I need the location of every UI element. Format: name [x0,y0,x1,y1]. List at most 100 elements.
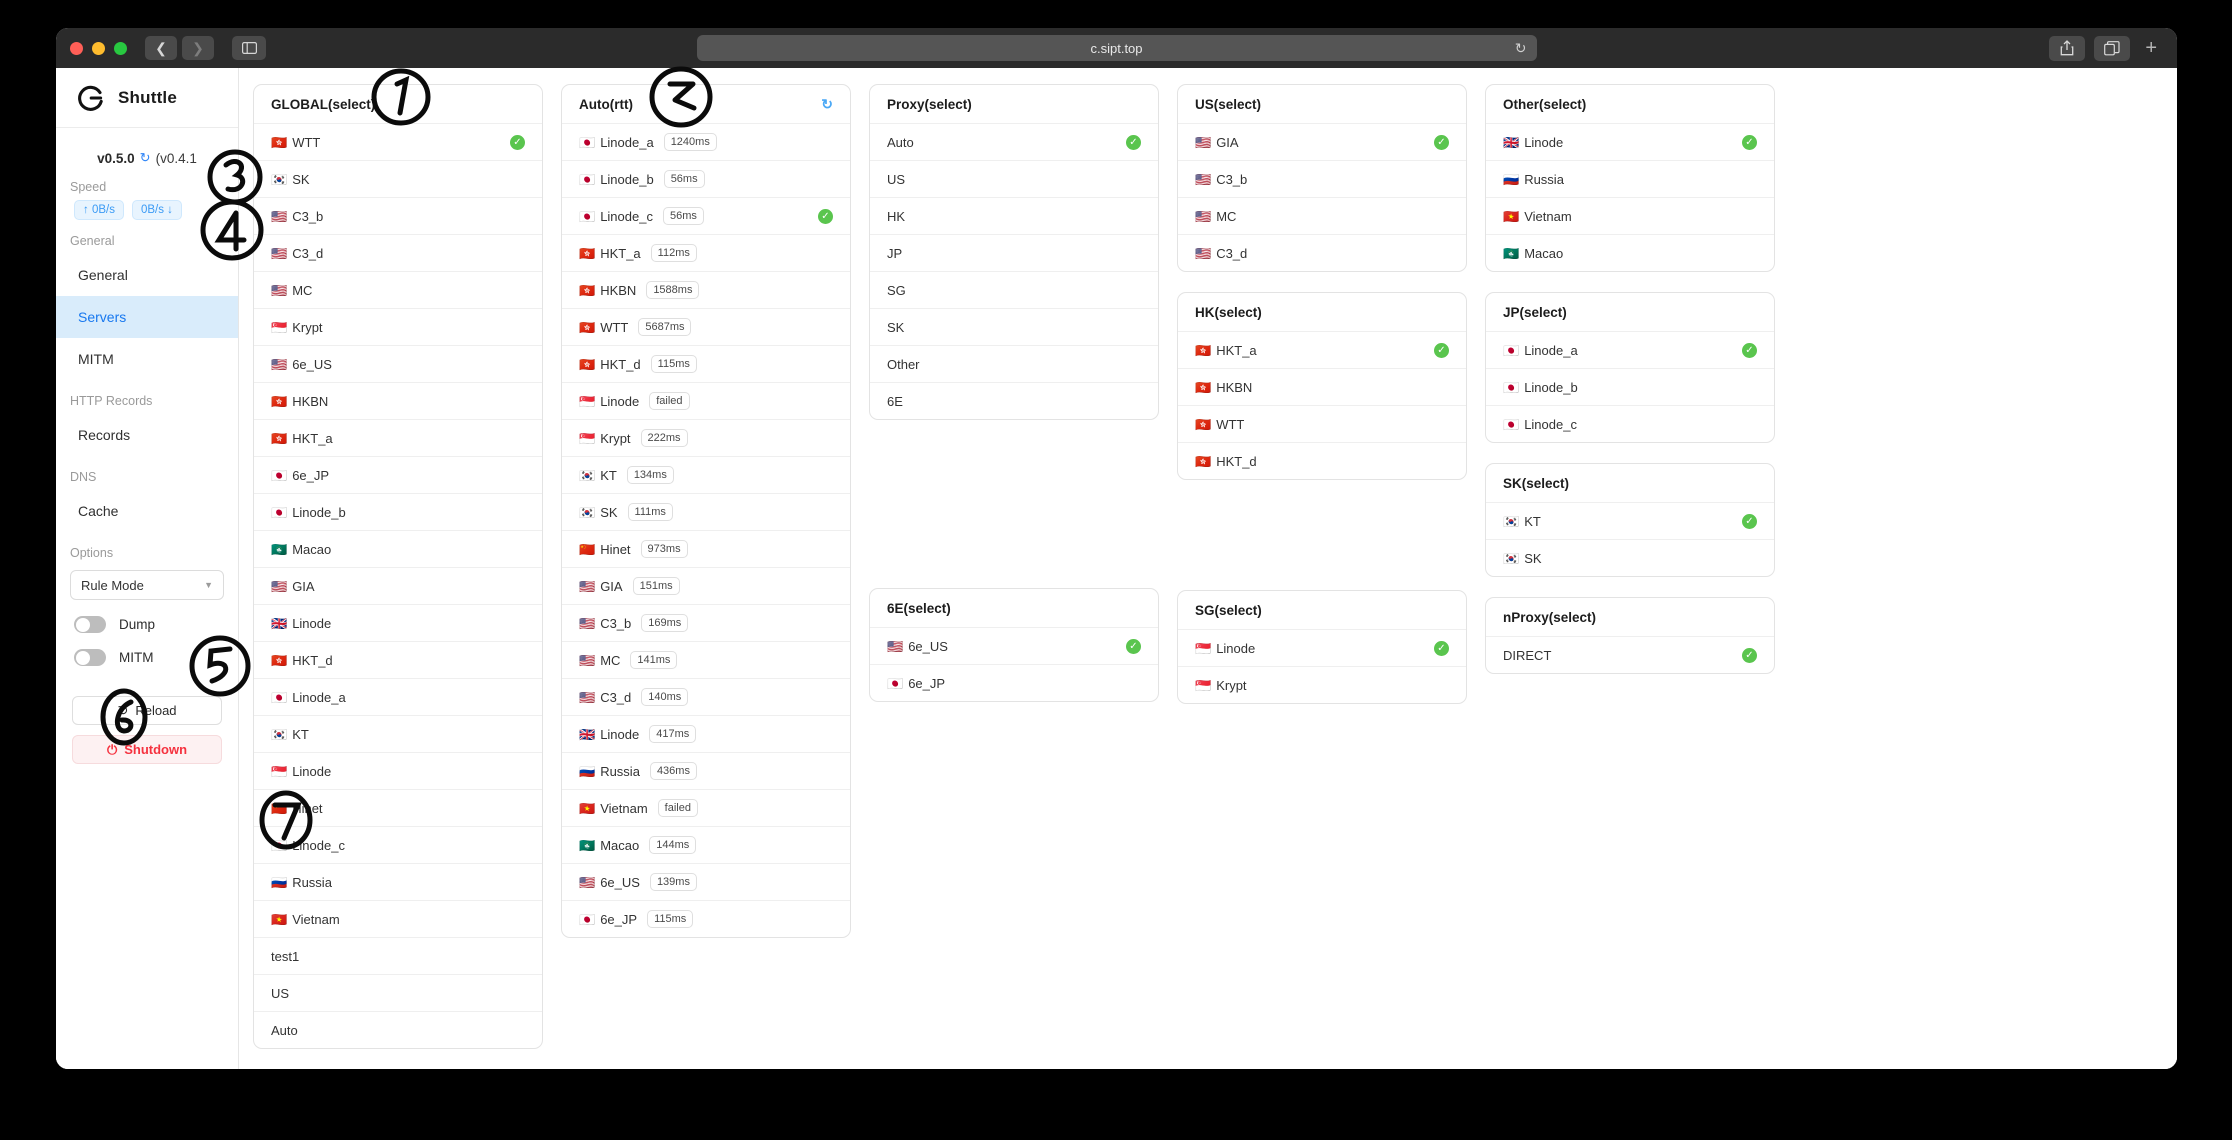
proxy-row[interactable]: 🇺🇸 C3_b [254,197,542,234]
sidebar-item-general[interactable]: General [56,254,238,296]
refresh-icon[interactable]: ↻ [821,96,833,113]
toggle-dump[interactable] [74,616,106,633]
proxy-row[interactable]: 🇺🇸 C3_d [254,234,542,271]
new-tab-button[interactable]: + [2139,37,2163,60]
proxy-row[interactable]: 🇰🇷 KT ✓ [1486,502,1774,539]
proxy-row[interactable]: 🇭🇰 HKT_a [254,419,542,456]
proxy-row[interactable]: Auto ✓ [870,123,1158,160]
proxy-row[interactable]: 🇰🇷 SK [254,160,542,197]
proxy-row[interactable]: 🇸🇬 Krypt [1178,666,1466,703]
proxy-row[interactable]: US [870,160,1158,197]
tab-overview-button[interactable] [2094,35,2131,61]
proxy-row[interactable]: 🇺🇸 6e_US [254,345,542,382]
proxy-row[interactable]: 🇷🇺 Russia [1486,160,1774,197]
proxy-row[interactable]: 🇸🇬 Krypt 222ms [562,419,850,456]
proxy-row[interactable]: 🇨🇳 Hinet [254,789,542,826]
proxy-row[interactable]: 🇺🇸 C3_b 169ms [562,604,850,641]
sidebar-item-servers[interactable]: Servers [56,296,238,338]
shutdown-button[interactable]: ⏻ Shutdown [72,735,222,764]
proxy-row[interactable]: SK [870,308,1158,345]
proxy-row[interactable]: 🇯🇵 Linode_a [254,678,542,715]
proxy-row[interactable]: 🇻🇳 Vietnam failed [562,789,850,826]
proxy-row[interactable]: 🇯🇵 6e_JP [870,664,1158,701]
proxy-row[interactable]: 🇯🇵 Linode_a ✓ [1486,331,1774,368]
proxy-row[interactable]: 🇰🇷 SK [1486,539,1774,576]
proxy-row[interactable]: 🇭🇰 HKBN [254,382,542,419]
proxy-row[interactable]: 🇺🇸 6e_US 139ms [562,863,850,900]
proxy-row[interactable]: 🇭🇰 HKBN [1178,368,1466,405]
rule-mode-select[interactable]: Rule Mode ▼ [70,570,224,600]
proxy-row[interactable]: 🇺🇸 MC [254,271,542,308]
proxy-row[interactable]: 🇭🇰 HKT_d [254,641,542,678]
back-button[interactable]: ❮ [145,36,177,60]
proxy-row[interactable]: 🇺🇸 MC 141ms [562,641,850,678]
proxy-row[interactable]: 🇲🇴 Macao 144ms [562,826,850,863]
reload-icon[interactable]: ↻ [1515,40,1527,57]
proxy-row[interactable]: 🇷🇺 Russia [254,863,542,900]
minimize-window-button[interactable] [92,41,105,55]
proxy-row[interactable]: 🇺🇸 C3_b [1178,160,1466,197]
proxy-row[interactable]: 🇭🇰 HKT_a 112ms [562,234,850,271]
proxy-row[interactable]: 🇺🇸 GIA 151ms [562,567,850,604]
proxy-row[interactable]: 🇨🇳 Hinet 973ms [562,530,850,567]
proxy-row[interactable]: 🇭🇰 WTT ✓ [254,123,542,160]
proxy-row[interactable]: 🇯🇵 Linode_b 56ms [562,160,850,197]
proxy-row[interactable]: 🇺🇸 C3_d [1178,234,1466,271]
proxy-row[interactable]: 🇸🇬 Linode ✓ [1178,629,1466,666]
proxy-row[interactable]: 🇺🇸 GIA ✓ [1178,123,1466,160]
proxy-row[interactable]: SG [870,271,1158,308]
proxy-row[interactable]: 🇰🇷 KT [254,715,542,752]
proxy-row[interactable]: 🇯🇵 Linode_b [1486,368,1774,405]
sidebar-item-cache[interactable]: Cache [56,490,238,532]
proxy-row[interactable]: 🇸🇬 Krypt [254,308,542,345]
proxy-row[interactable]: 🇯🇵 Linode_c [254,826,542,863]
proxy-row[interactable]: 🇺🇸 MC [1178,197,1466,234]
forward-button[interactable]: ❯ [182,36,214,60]
proxy-row[interactable]: 🇯🇵 6e_JP 115ms [562,900,850,937]
proxy-row[interactable]: 🇲🇴 Macao [1486,234,1774,271]
proxy-row[interactable]: 🇭🇰 WTT [1178,405,1466,442]
proxy-row[interactable]: 🇻🇳 Vietnam [1486,197,1774,234]
sidebar-item-mitm[interactable]: MITM [56,338,238,380]
proxy-row[interactable]: 🇺🇸 6e_US ✓ [870,627,1158,664]
proxy-row[interactable]: 🇬🇧 Linode ✓ [1486,123,1774,160]
proxy-row[interactable]: 🇯🇵 6e_JP [254,456,542,493]
proxy-row[interactable]: 🇰🇷 SK 111ms [562,493,850,530]
proxy-row[interactable]: 🇭🇰 HKT_d [1178,442,1466,479]
proxy-row[interactable]: 🇬🇧 Linode 417ms [562,715,850,752]
proxy-row[interactable]: 🇺🇸 C3_d 140ms [562,678,850,715]
proxy-row[interactable]: 🇭🇰 HKT_d 115ms [562,345,850,382]
proxy-row[interactable]: 🇯🇵 Linode_c 56ms ✓ [562,197,850,234]
proxy-row[interactable]: 🇯🇵 Linode_c [1486,405,1774,442]
proxy-row[interactable]: 6E [870,382,1158,419]
proxy-row[interactable]: US [254,974,542,1011]
proxy-row[interactable]: 🇭🇰 HKBN 1588ms [562,271,850,308]
proxy-row[interactable]: 🇷🇺 Russia 436ms [562,752,850,789]
proxy-row[interactable]: 🇺🇸 GIA [254,567,542,604]
url-bar[interactable]: c.sipt.top ↻ [696,35,1537,61]
proxy-row[interactable]: JP [870,234,1158,271]
version-refresh-icon[interactable]: ↻ [140,150,151,166]
proxy-row[interactable]: 🇬🇧 Linode [254,604,542,641]
proxy-row[interactable]: Auto [254,1011,542,1048]
sidebar-toggle-button[interactable] [232,36,266,60]
proxy-row[interactable]: 🇯🇵 Linode_b [254,493,542,530]
proxy-row[interactable]: DIRECT ✓ [1486,636,1774,673]
proxy-row[interactable]: 🇭🇰 WTT 5687ms [562,308,850,345]
proxy-row[interactable]: 🇯🇵 Linode_a 1240ms [562,123,850,160]
proxy-row[interactable]: 🇲🇴 Macao [254,530,542,567]
maximize-window-button[interactable] [114,41,127,55]
proxy-row[interactable]: 🇸🇬 Linode [254,752,542,789]
proxy-row[interactable]: Other [870,345,1158,382]
proxy-row[interactable]: 🇰🇷 KT 134ms [562,456,850,493]
sidebar-item-records[interactable]: Records [56,414,238,456]
close-window-button[interactable] [70,41,83,55]
toggle-mitm[interactable] [74,649,106,666]
proxy-row[interactable]: HK [870,197,1158,234]
proxy-row[interactable]: 🇻🇳 Vietnam [254,900,542,937]
proxy-row[interactable]: test1 [254,937,542,974]
proxy-row[interactable]: 🇭🇰 HKT_a ✓ [1178,331,1466,368]
proxy-row[interactable]: 🇸🇬 Linode failed [562,382,850,419]
share-button[interactable] [2049,35,2086,61]
reload-button[interactable]: ↻ Reload [72,696,222,725]
